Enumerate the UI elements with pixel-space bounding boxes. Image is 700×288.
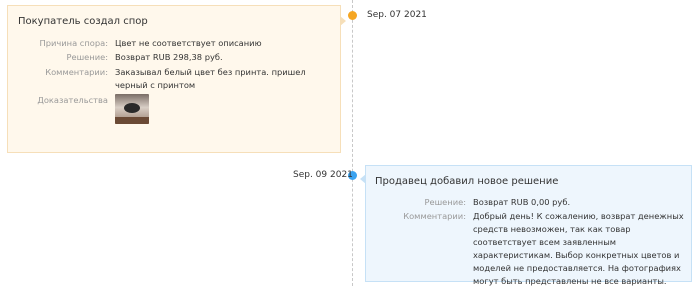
reason-value: Цвет не соответствует описанию	[115, 38, 262, 48]
event-date-buyer: Sep. 07 2021	[367, 10, 427, 20]
solution-label: Решение:	[66, 52, 108, 62]
comment-value: Добрый день! К сожалению, возврат денежн…	[473, 211, 684, 286]
card-title: Покупатель создал спор	[18, 16, 148, 27]
comment-label: Комментарии:	[403, 211, 466, 221]
solution-value: Возврат RUB 0,00 руб.	[473, 197, 571, 207]
timeline-dot-buyer	[348, 11, 357, 20]
evidence-label: Доказательства	[37, 95, 108, 105]
card-title: Продавец добавил новое решение	[375, 176, 559, 187]
seller-solution-card: Продавец добавил новое решение Решение: …	[360, 165, 692, 286]
solution-label: Решение:	[424, 197, 466, 207]
reason-label: Причина спора:	[39, 38, 108, 48]
buyer-dispute-card: Покупатель создал спор Причина спора: Цв…	[7, 5, 346, 153]
event-date-seller: Sep. 09 2021	[293, 170, 353, 180]
timeline-line	[352, 0, 353, 286]
evidence-thumbnail[interactable]	[115, 94, 149, 124]
evidence-row: Доказательства	[8, 94, 342, 128]
comment-label: Комментарии:	[45, 67, 108, 77]
comment-value: Заказывал белый цвет без принта. пришел …	[115, 67, 306, 90]
solution-value: Возврат RUB 298,38 руб.	[115, 52, 223, 62]
